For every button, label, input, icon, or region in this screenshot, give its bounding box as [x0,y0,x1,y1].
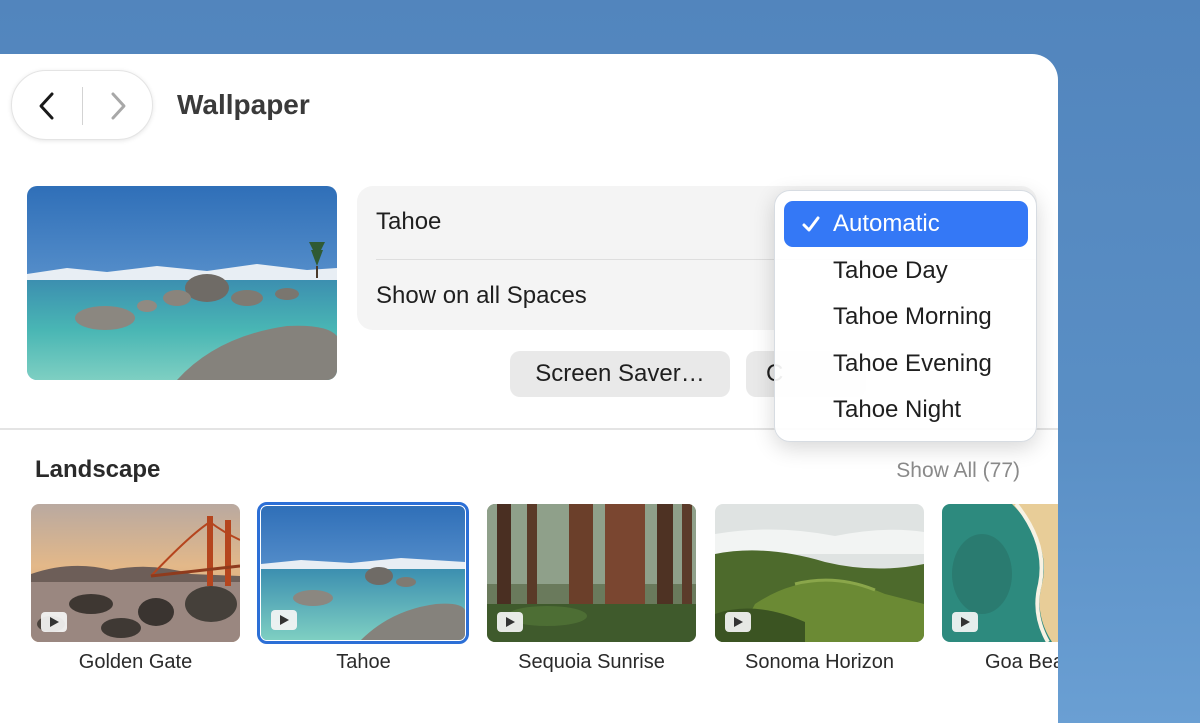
menu-item-automatic[interactable]: Automatic [784,201,1028,247]
thumb-label: Golden Gate [78,651,193,673]
wallpaper-thumb-goa-beach[interactable] [942,504,1058,642]
show-on-all-spaces-label: Show on all Spaces [376,282,587,309]
forward-button[interactable] [83,71,153,141]
video-badge [952,612,978,632]
checkmark-icon [802,216,820,232]
wallpaper-thumb-sequoia-sunrise[interactable] [487,504,696,642]
play-icon [50,617,59,627]
play-icon [734,617,743,627]
section-title: Landscape [35,456,161,483]
page-title: Wallpaper [177,89,310,120]
menu-item-label: Tahoe Morning [833,303,992,330]
play-icon [506,617,515,627]
thumb-label: Tahoe [336,651,391,673]
video-badge [497,612,523,632]
video-badge [271,610,297,630]
back-button[interactable] [12,71,82,141]
wallpaper-thumb-tahoe[interactable] [261,506,465,640]
thumb-label: Sequoia Sunrise [518,651,665,673]
wallpaper-preview [27,186,337,380]
show-all-link[interactable]: Show All (77) [870,459,1020,483]
menu-item-tahoe-day[interactable]: Tahoe Day [784,248,1028,294]
wallpaper-name-label: Tahoe [376,208,442,235]
chevron-right-icon [111,92,126,120]
play-icon [961,617,970,627]
menu-item-label: Tahoe Evening [833,350,992,377]
wallpaper-variant-menu: Automatic Tahoe Day Tahoe Morning Tahoe … [774,190,1037,442]
wallpaper-thumb-sonoma-horizon[interactable] [715,504,924,642]
navigation-pill [11,70,153,140]
menu-item-tahoe-morning[interactable]: Tahoe Morning [784,294,1028,340]
menu-item-label: Automatic [833,210,940,237]
menu-item-tahoe-night[interactable]: Tahoe Night [784,387,1028,433]
video-badge [41,612,67,632]
chevron-left-icon [39,92,54,120]
thumb-label: Goa Bea [985,651,1058,673]
video-badge [725,612,751,632]
menu-item-label: Tahoe Day [833,257,948,284]
thumb-label: Sonoma Horizon [745,651,894,673]
play-icon [280,615,289,625]
screen-saver-button[interactable]: Screen Saver… [510,351,730,397]
menu-item-tahoe-evening[interactable]: Tahoe Evening [784,341,1028,387]
wallpaper-thumb-golden-gate[interactable] [31,504,240,642]
menu-item-label: Tahoe Night [833,396,962,423]
